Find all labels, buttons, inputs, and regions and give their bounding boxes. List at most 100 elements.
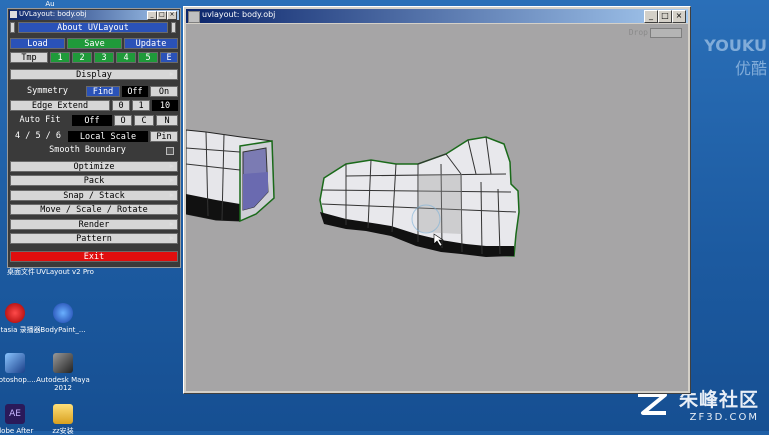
pattern-menu-button[interactable]: Pattern	[10, 233, 178, 244]
tmp-slot-e[interactable]: E	[160, 52, 178, 63]
tmp-slot-3[interactable]: 3	[94, 52, 114, 63]
tmp-label: Tmp	[10, 52, 48, 63]
exit-button[interactable]: Exit	[10, 251, 178, 262]
render-arrow-icon: ▶	[169, 220, 174, 228]
viewport-titlebar[interactable]: uvlayout: body.obj _ □ ×	[186, 9, 688, 23]
minimize-button[interactable]: _	[644, 10, 658, 23]
aftereffects-icon: AE	[5, 404, 25, 424]
about-row: About UVLayout	[10, 22, 178, 34]
pin-button[interactable]: Pin	[150, 131, 178, 142]
desktop-top-label: Au	[45, 0, 55, 8]
desktop-icon-uvlayout[interactable]: UVLayout v2 Pro	[36, 268, 94, 276]
panel-titlebar[interactable]: UVLayout: body.obj _ □ ×	[9, 10, 179, 20]
snap-stack-arrow-icon: ▶	[169, 191, 174, 199]
smooth-boundary-label: Smooth Boundary	[49, 145, 126, 155]
update-button[interactable]: Update	[124, 38, 178, 49]
exit-row: Exit	[10, 251, 178, 263]
youku-watermark-en: YOUKU	[704, 36, 767, 55]
desktop-icon-maya[interactable]: Autodesk Maya 2012	[34, 353, 92, 392]
local-scale-button[interactable]: Local Scale	[68, 131, 148, 142]
desktop-icon-bodypaint[interactable]: BodyPaint_...	[34, 303, 92, 334]
pattern-arrow-icon: ▶	[169, 234, 174, 242]
edge-extend-10[interactable]: 10	[152, 100, 178, 111]
optimize-label: Optimize	[73, 162, 115, 172]
menu-render-row: Render ▶	[10, 219, 178, 231]
camtasia-icon	[5, 303, 25, 323]
save-button[interactable]: Save	[67, 38, 122, 49]
local-scale-row: 4 / 5 / 6 Local Scale Pin	[10, 131, 178, 143]
about-button[interactable]: About UVLayout	[18, 22, 168, 33]
mesh-shell-right	[319, 136, 520, 257]
optimize-menu-button[interactable]: Optimize	[10, 161, 178, 172]
pack-menu-button[interactable]: Pack	[10, 175, 178, 186]
edge-extend-0[interactable]: 0	[112, 100, 130, 111]
auto-fit-off-button[interactable]: Off	[72, 115, 112, 126]
panel-title: UVLayout: body.obj	[19, 10, 87, 18]
maximize-button[interactable]: □	[658, 10, 672, 23]
symmetry-label: Symmetry	[27, 86, 68, 96]
mesh-view	[186, 129, 520, 257]
symmetry-find-button[interactable]: Find	[86, 86, 120, 97]
maya-icon	[53, 353, 73, 373]
viewport-title: uvlayout: body.obj	[202, 10, 276, 19]
menu-optimize-row: Optimize ▶	[10, 161, 178, 173]
tmp-slot-5[interactable]: 5	[138, 52, 158, 63]
mesh-shell-left	[186, 129, 275, 223]
file-row: Load Save Update	[10, 38, 178, 50]
desktop-icon-uvlayout-label: UVLayout v2 Pro	[36, 268, 94, 276]
close-button[interactable]: ×	[672, 10, 686, 23]
desktop-icon-bodypaint-label: BodyPaint_...	[40, 326, 86, 334]
menu-pack-row: Pack ▶	[10, 175, 178, 187]
render-menu-button[interactable]: Render	[10, 219, 178, 230]
folder-icon	[53, 404, 73, 424]
tmp-slot-2[interactable]: 2	[72, 52, 92, 63]
menu-move-row: Move / Scale / Rotate ▶	[10, 204, 178, 216]
auto-fit-o-button[interactable]: O	[114, 115, 132, 126]
bodypaint-icon	[53, 303, 73, 323]
zf3d-logo-icon	[638, 393, 667, 415]
tmp-slot-4[interactable]: 4	[116, 52, 136, 63]
move-scale-rotate-menu-button[interactable]: Move / Scale / Rotate	[10, 204, 178, 215]
panel-app-icon	[10, 11, 17, 18]
app-icon	[188, 11, 200, 23]
symmetry-on-button[interactable]: On	[150, 86, 178, 97]
display-menu-button[interactable]: Display	[10, 69, 178, 80]
snap-stack-menu-button[interactable]: Snap / Stack	[10, 190, 178, 201]
auto-fit-c-button[interactable]: C	[134, 115, 154, 126]
edge-extend-1[interactable]: 1	[132, 100, 150, 111]
uv-viewport-canvas[interactable]: Drop	[186, 24, 688, 391]
render-label: Render	[78, 220, 110, 230]
edge-extend-label: Edge Extend	[10, 100, 110, 111]
tmp-slot-1[interactable]: 1	[50, 52, 70, 63]
move-scale-rotate-arrow-icon: ▶	[169, 205, 174, 213]
photoshop-icon	[5, 353, 25, 373]
desktop-icon-folder[interactable]: zz安装	[34, 404, 92, 435]
edge-extend-row: Edge Extend 0 1 10	[10, 100, 178, 112]
smooth-boundary-checkbox[interactable]	[166, 147, 174, 155]
snap-stack-label: Snap / Stack	[63, 191, 125, 201]
uvlayout-panel: UVLayout: body.obj _ □ × About UVLayout …	[7, 8, 181, 268]
youku-watermark: YOUKU 优酷	[704, 36, 767, 79]
smooth-boundary-row: Smooth Boundary	[10, 145, 178, 157]
optimize-arrow-icon: ▶	[169, 162, 174, 170]
local-scale-keys: 4 / 5 / 6	[14, 131, 62, 141]
panel-minimize-button[interactable]: _	[147, 11, 157, 20]
pack-label: Pack	[83, 176, 105, 186]
symmetry-off-button[interactable]: Off	[122, 86, 148, 97]
display-menu-label: Display	[76, 70, 112, 80]
zf3d-watermark-en: ZF3D.COM	[689, 412, 759, 423]
about-left-cap	[10, 22, 15, 33]
load-button[interactable]: Load	[10, 38, 65, 49]
auto-fit-n-button[interactable]: N	[156, 115, 178, 126]
pack-arrow-icon: ▶	[169, 176, 174, 184]
menu-pattern-row: Pattern ▶	[10, 233, 178, 245]
move-scale-rotate-label: Move / Scale / Rotate	[40, 205, 148, 215]
panel-maximize-button[interactable]: □	[157, 11, 167, 20]
pattern-label: Pattern	[76, 234, 112, 244]
panel-close-button[interactable]: ×	[167, 11, 177, 20]
desktop-icon-folder-label: zz安装	[52, 427, 74, 435]
viewport-window: uvlayout: body.obj _ □ × Drop	[183, 6, 691, 394]
about-right-cap	[171, 22, 176, 33]
desktop-icon-maya-label: Autodesk Maya 2012	[36, 376, 90, 392]
tmp-row: Tmp 1 2 3 4 5 E	[10, 52, 178, 64]
